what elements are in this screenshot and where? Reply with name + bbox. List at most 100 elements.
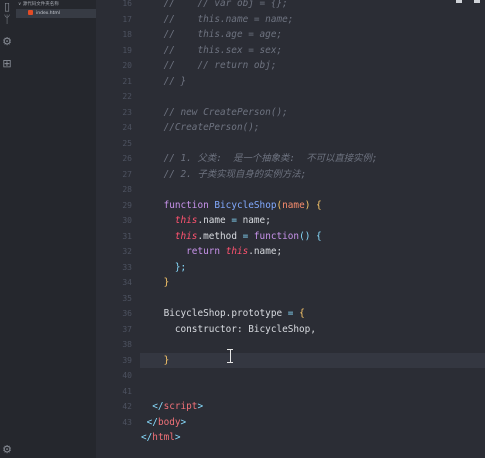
code-line: // this.name = name; <box>141 12 294 28</box>
text-cursor-icon <box>227 349 233 363</box>
code-token: constructor: BicycleShop, <box>141 323 316 335</box>
window-control-icon[interactable] <box>474 0 480 3</box>
extensions-icon[interactable]: ⊞ <box>1 58 13 70</box>
code-token: () { <box>299 230 322 242</box>
gear-icon[interactable]: ⚙ <box>1 444 13 456</box>
code-line: BicycleShop.prototype = { <box>141 306 305 322</box>
code-editor[interactable]: 16 17 18 19 20 21 22 23 24 25 26 27 28 29 30 31 32 33 34 35… <box>96 0 485 458</box>
code-token: // 2. 子类实现自身的实例方法; <box>141 168 307 180</box>
code-line: constructor: BicycleShop, <box>141 322 316 338</box>
line-number: 35 <box>122 293 132 303</box>
line-number: 43 <box>122 417 132 427</box>
code-line: // 1. 父类: 是一个抽象类: 不可以直接实例; <box>141 151 378 167</box>
code-token: // this.age = age; <box>141 29 283 40</box>
line-number: 27 <box>122 169 132 179</box>
code-line: this.name = name; <box>141 213 271 229</box>
code-line: // 2. 子类实现自身的实例方法; <box>141 167 307 183</box>
source-control-icon[interactable]: ᛘ <box>1 14 13 26</box>
code-line: } <box>141 275 170 291</box>
code-line: // } <box>141 74 187 90</box>
activity-bar: ▯ ᛘ ⚙ ⊞ ⚙ <box>0 0 14 458</box>
code-line: function BicycleShop(name) { <box>141 198 322 214</box>
line-number: 24 <box>122 123 132 132</box>
line-number: 26 <box>122 154 132 163</box>
code-token: name; <box>242 215 271 226</box>
window-control-icon[interactable] <box>456 0 462 3</box>
code-token: { <box>299 308 305 319</box>
line-number: 32 <box>122 247 132 256</box>
code-line: // // return obj; <box>141 58 277 74</box>
code-token: BicycleShop <box>141 308 226 319</box>
line-number: 18 <box>122 30 132 39</box>
line-number: 40 <box>122 371 132 380</box>
line-number: 42 <box>122 402 132 411</box>
code-token: = <box>225 215 243 226</box>
code-token: .prototype <box>225 308 283 319</box>
code-token: > <box>180 416 187 428</box>
line-number: 30 <box>122 216 132 225</box>
code-token: > <box>174 432 181 443</box>
code-line: // // var obj = {}; <box>141 0 288 12</box>
code-token: > <box>197 401 204 412</box>
code-token: }; <box>174 261 187 273</box>
code-token: return <box>186 246 221 257</box>
line-number: 19 <box>122 45 132 55</box>
code-token: function <box>253 230 300 242</box>
active-line-highlight <box>140 352 485 368</box>
line-number: 34 <box>122 278 132 287</box>
code-token: // } <box>141 75 187 87</box>
code-line: } <box>141 353 170 369</box>
code-token: html <box>152 432 175 443</box>
code-line: // this.sex = sex; <box>141 43 283 59</box>
code-line: this.method = function() { <box>141 229 322 245</box>
code-token: //CreatePerson(); <box>141 122 260 133</box>
line-number: 20 <box>122 61 132 70</box>
line-number: 23 <box>122 107 132 117</box>
code-token: // this.sex = sex; <box>141 44 283 56</box>
line-number: 36 <box>122 309 132 318</box>
code-line: //CreatePerson(); <box>141 120 260 136</box>
code-line: // this.age = age; <box>141 27 283 43</box>
line-number: 29 <box>122 200 132 210</box>
files-icon[interactable]: ▯ <box>1 1 13 13</box>
code-line: return this.name; <box>141 244 282 260</box>
code-token: .name <box>197 215 226 226</box>
code-token: name <box>282 199 305 211</box>
line-number: 17 <box>122 14 132 24</box>
code-token: // new CreatePerson(); <box>141 106 288 118</box>
code-token: = <box>282 308 300 319</box>
line-number: 37 <box>122 324 132 334</box>
code-token: function <box>163 199 209 211</box>
code-token: } <box>163 354 170 366</box>
line-number: 28 <box>122 185 132 194</box>
code-token: .method <box>197 230 237 242</box>
line-number: 41 <box>122 386 132 396</box>
code-line: </body> <box>141 415 187 431</box>
folder-item[interactable]: ∨ 源代码文件夹名称 <box>18 0 96 9</box>
html-file-icon <box>28 10 33 15</box>
code-token: // this.name = name; <box>141 13 294 25</box>
line-number: 22 <box>122 92 132 101</box>
code-token: body <box>157 416 181 428</box>
file-item-index-html[interactable]: index.html <box>16 9 96 18</box>
code-token: this <box>225 246 249 257</box>
code-token: </ <box>141 432 153 443</box>
file-explorer: ∨ 源代码文件夹名称 index.html <box>14 0 96 458</box>
code-token: { <box>310 199 322 211</box>
file-label: index.html <box>36 11 60 16</box>
code-token: = <box>236 230 254 242</box>
code-token: this <box>174 230 198 242</box>
code-token: .name; <box>248 246 283 257</box>
debug-icon[interactable]: ⚙ <box>1 36 13 48</box>
line-number: 33 <box>122 262 132 272</box>
line-number: 25 <box>122 138 132 148</box>
line-number: 31 <box>122 231 132 241</box>
code-token: BicycleShop <box>214 199 277 211</box>
